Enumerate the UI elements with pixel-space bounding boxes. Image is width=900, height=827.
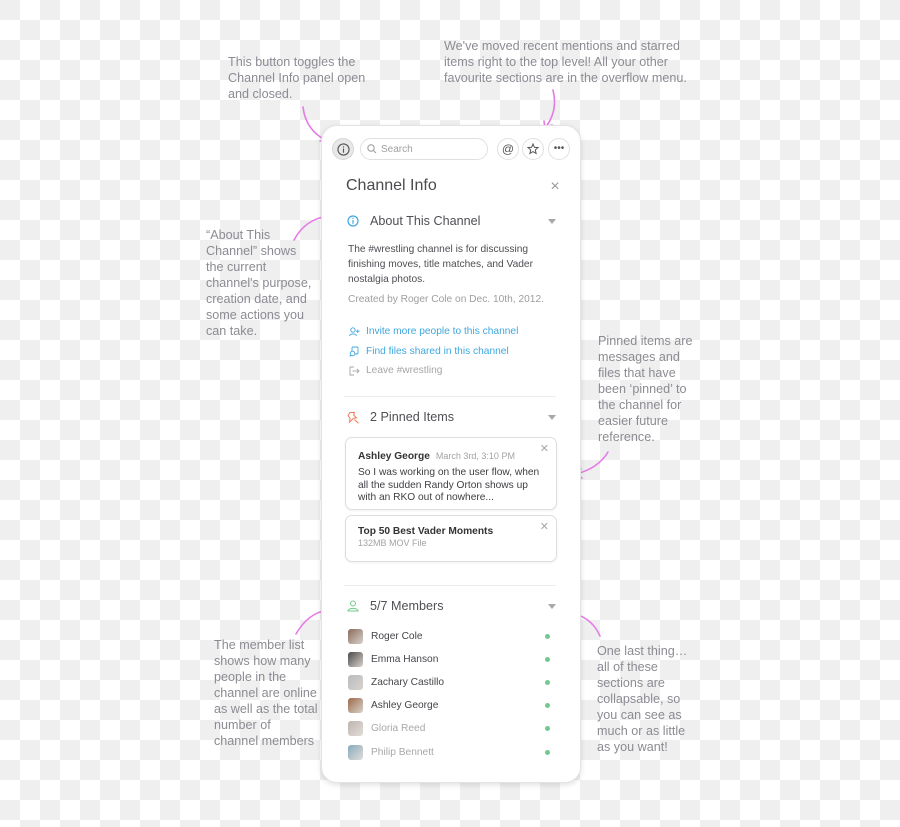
star-icon [527, 143, 539, 155]
member-row[interactable]: Emma Hanson [348, 651, 556, 667]
online-status-dot [545, 725, 550, 731]
online-status-dot [545, 633, 550, 639]
pinned-file-meta: 132MB MOV File [358, 538, 427, 548]
find-files-link[interactable]: Find files shared in this channel [348, 346, 509, 357]
annotation-collapsable: One last thing… all of these sections ar… [597, 644, 688, 754]
members-heading: 5/7 Members [370, 599, 444, 613]
at-sign-icon: @ [501, 142, 515, 156]
online-status-dot [545, 679, 550, 685]
starred-button[interactable] [522, 138, 544, 160]
collapse-caret-icon[interactable] [548, 414, 556, 420]
avatar [348, 720, 363, 736]
files-icon [348, 346, 360, 357]
about-heading: About This Channel [370, 214, 481, 228]
invite-people-link[interactable]: Invite more people to this channel [348, 326, 518, 337]
member-name: Philip Bennett [371, 746, 434, 758]
pinned-message-author: Ashley George [358, 451, 430, 462]
online-status-dot [545, 702, 550, 708]
toolbar: Search @ ••• [322, 126, 580, 172]
member-icon [346, 599, 360, 613]
collapse-caret-icon[interactable] [548, 603, 556, 609]
more-horizontal-icon: ••• [553, 143, 565, 154]
find-files-label: Find files shared in this channel [366, 346, 509, 357]
avatar [348, 744, 363, 760]
channel-created-info: Created by Roger Cole on Dec. 10th, 2012… [348, 294, 544, 305]
leave-channel-link[interactable]: Leave #wrestling [348, 365, 442, 376]
online-status-dot [545, 749, 550, 755]
section-divider [344, 396, 556, 397]
member-name: Ashley George [371, 699, 439, 711]
search-input[interactable]: Search [360, 138, 488, 160]
member-name: Gloria Reed [371, 722, 426, 734]
overflow-menu-button[interactable]: ••• [548, 138, 570, 160]
pinned-message-text: So I was working on the user flow, when … [358, 467, 540, 503]
avatar [348, 628, 363, 644]
close-panel-button[interactable]: × [548, 178, 562, 195]
search-icon [367, 144, 377, 154]
member-row[interactable]: Roger Cole [348, 628, 556, 644]
annotation-toggle-button: This button toggles the Channel Info pan… [228, 55, 366, 101]
channel-info-toggle-button[interactable] [332, 138, 354, 160]
add-user-icon [348, 326, 360, 337]
section-divider [344, 585, 556, 586]
pinned-message-card[interactable]: ✕ Ashley George March 3rd, 3:10 PM So I w… [345, 437, 557, 510]
pinned-section-header[interactable]: 2 Pinned Items [346, 407, 556, 427]
channel-info-panel: Search @ ••• Channel Info × About This C… [321, 125, 581, 783]
unpin-close-icon[interactable]: ✕ [540, 442, 549, 455]
unpin-close-icon[interactable]: ✕ [540, 520, 549, 533]
member-row[interactable]: Philip Bennett [348, 744, 556, 760]
member-row[interactable]: Ashley George [348, 697, 556, 713]
info-icon [346, 214, 360, 228]
search-placeholder: Search [381, 143, 413, 155]
members-section-header[interactable]: 5/7 Members [346, 596, 556, 616]
pinned-message-time: March 3rd, 3:10 PM [435, 451, 515, 461]
mentions-button[interactable]: @ [497, 138, 519, 160]
about-section-header[interactable]: About This Channel [346, 211, 556, 231]
member-name: Roger Cole [371, 630, 423, 642]
avatar [348, 697, 363, 713]
annotation-pinned: Pinned items are messages and files that… [598, 334, 693, 444]
avatar [348, 674, 363, 690]
collapse-caret-icon[interactable] [548, 218, 556, 224]
invite-people-label: Invite more people to this channel [366, 326, 519, 337]
annotation-members: The member list shows how many people in… [214, 638, 318, 748]
leave-channel-label: Leave #wrestling [366, 365, 443, 376]
pinned-heading: 2 Pinned Items [370, 410, 455, 424]
panel-title: Channel Info [346, 177, 437, 194]
member-row[interactable]: Gloria Reed [348, 720, 556, 736]
pinned-file-title: Top 50 Best Vader Moments [358, 526, 494, 537]
member-name: Emma Hanson [371, 653, 439, 665]
leave-icon [348, 366, 360, 376]
info-circle-icon [336, 142, 350, 156]
avatar [348, 651, 363, 667]
channel-purpose: The #wrestling channel is for discussing… [348, 244, 533, 285]
member-row[interactable]: Zachary Castillo [348, 674, 556, 690]
member-name: Zachary Castillo [371, 676, 445, 688]
pin-icon [346, 410, 360, 424]
annotation-top-level: We've moved recent mentions and starred … [444, 39, 687, 85]
close-icon: × [550, 178, 560, 195]
pinned-file-card[interactable]: ✕ Top 50 Best Vader Moments 132MB MOV Fi… [345, 515, 557, 562]
online-status-dot [545, 656, 550, 662]
